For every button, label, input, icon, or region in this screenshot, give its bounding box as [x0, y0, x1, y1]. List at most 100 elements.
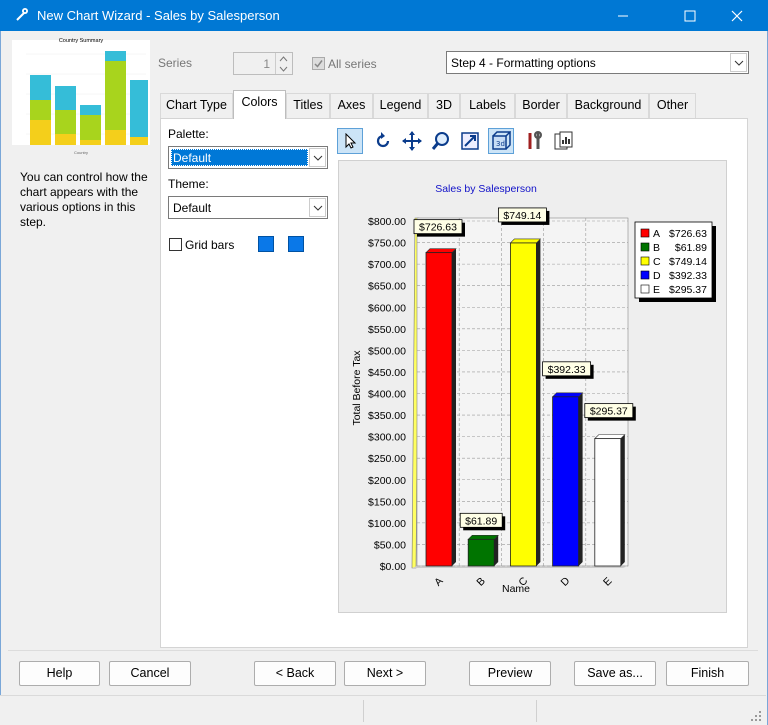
- svg-text:3d: 3d: [496, 140, 505, 148]
- y-tick-label: $550.00: [368, 324, 406, 336]
- palette-label: Palette:: [168, 127, 209, 141]
- legend-value: $61.89: [675, 242, 707, 254]
- chevron-down-icon: [313, 155, 322, 161]
- palette-select-arrow[interactable]: [309, 148, 326, 167]
- tab-border[interactable]: Border: [515, 93, 567, 118]
- y-tick-label: $50.00: [374, 539, 406, 551]
- y-tick-label: $600.00: [368, 302, 406, 314]
- all-series-checkbox[interactable]: [312, 57, 325, 70]
- legend-key: D: [653, 270, 661, 282]
- theme-select-arrow[interactable]: [309, 198, 326, 217]
- 3d-icon: 3d: [492, 131, 511, 150]
- value-label: $295.37: [590, 406, 628, 418]
- fit-tool-button[interactable]: [457, 128, 483, 154]
- tab-other[interactable]: Other: [649, 93, 696, 118]
- value-label: $392.33: [548, 364, 586, 376]
- bar: [467, 538, 495, 567]
- series-spinner[interactable]: 1: [233, 52, 293, 75]
- legend-swatch: [640, 228, 650, 238]
- bar-side: [494, 535, 499, 566]
- tools-icon: [528, 131, 542, 149]
- thumbnail-xlabel: Country: [73, 150, 88, 155]
- theme-select-value: Default: [173, 201, 212, 215]
- y-tick-label: $400.00: [368, 389, 406, 401]
- bar-side: [620, 434, 625, 566]
- grid-bars-checkbox[interactable]: [169, 238, 182, 251]
- window-title: New Chart Wizard - Sales by Salesperson: [37, 8, 280, 23]
- y-tick-label: $300.00: [368, 432, 406, 444]
- bar-top: [594, 434, 626, 439]
- step-description: You can control how the chart appears wi…: [20, 170, 148, 229]
- legend-key: B: [653, 242, 660, 254]
- spinner-up-icon[interactable]: [276, 54, 291, 64]
- tab-titles[interactable]: Titles: [286, 93, 330, 118]
- y-tick-label: $350.00: [368, 410, 406, 422]
- next-button[interactable]: Next >: [344, 661, 426, 686]
- y-tick-label: $500.00: [368, 345, 406, 357]
- legend-swatch: [640, 270, 650, 280]
- y-tick-label: $150.00: [368, 496, 406, 508]
- minimize-button[interactable]: [600, 0, 646, 31]
- tab-3d[interactable]: 3D: [428, 93, 460, 118]
- y-tick-label: $800.00: [368, 216, 406, 228]
- pointer-icon: [345, 133, 357, 149]
- bar: [594, 438, 622, 567]
- chart-y-axis-label: Total Before Tax: [351, 350, 363, 426]
- spinner-down-icon[interactable]: [276, 64, 291, 74]
- tab-axes[interactable]: Axes: [330, 93, 373, 118]
- status-bar: [0, 695, 766, 725]
- finish-button[interactable]: Finish: [666, 661, 749, 686]
- chevron-down-icon: [313, 205, 322, 211]
- step-select[interactable]: Step 4 - Formatting options: [446, 51, 749, 74]
- bar-top: [467, 535, 499, 540]
- close-button[interactable]: [714, 0, 760, 31]
- step-select-arrow[interactable]: [730, 53, 747, 72]
- legend-value: $726.63: [669, 228, 707, 240]
- bar: [509, 242, 537, 567]
- tab-legend[interactable]: Legend: [373, 93, 428, 118]
- chart-preview[interactable]: Sales by Salesperson Total Before Tax Na…: [338, 160, 727, 613]
- tab-labels[interactable]: Labels: [460, 93, 515, 118]
- grid-bar-color-1-swatch[interactable]: [258, 236, 274, 252]
- pointer-tool-button[interactable]: [337, 128, 363, 154]
- move-icon: [402, 131, 422, 151]
- y-tick-label: $700.00: [368, 259, 406, 271]
- y-tick-label: $450.00: [368, 367, 406, 379]
- theme-select[interactable]: Default: [168, 196, 328, 219]
- value-label: $61.89: [465, 515, 497, 527]
- theme-label: Theme:: [168, 177, 209, 191]
- tab-background[interactable]: Background: [567, 93, 649, 118]
- bar-top: [425, 248, 457, 253]
- y-tick-label: $250.00: [368, 453, 406, 465]
- y-tick-label: $100.00: [368, 518, 406, 530]
- tab-colors[interactable]: Colors: [233, 90, 286, 119]
- cancel-button[interactable]: Cancel: [109, 661, 191, 686]
- tools-button[interactable]: [522, 128, 548, 154]
- bar-chart: Sales by Salesperson Total Before Tax Na…: [351, 183, 716, 595]
- tab-chart-type[interactable]: Chart Type: [160, 93, 233, 118]
- maximize-icon: [684, 10, 696, 21]
- grid-bars-label: Grid bars: [185, 238, 235, 252]
- rotate-tool-button[interactable]: [370, 128, 396, 154]
- legend-value: $295.37: [669, 284, 707, 296]
- help-button[interactable]: Help: [19, 661, 100, 686]
- step-select-value: Step 4 - Formatting options: [451, 56, 596, 70]
- 3d-tool-button[interactable]: 3d: [488, 128, 514, 154]
- save-as-button[interactable]: Save as...: [574, 661, 656, 686]
- bar-side: [578, 392, 583, 566]
- maximize-button[interactable]: [667, 0, 713, 31]
- resize-grip-icon[interactable]: [750, 710, 762, 722]
- palette-select[interactable]: Default: [168, 146, 328, 169]
- all-series-label: All series: [328, 57, 377, 71]
- zoom-tool-button[interactable]: [428, 128, 454, 154]
- move-tool-button[interactable]: [399, 128, 425, 154]
- copy-chart-button[interactable]: [551, 128, 577, 154]
- spinner-arrows[interactable]: [275, 53, 292, 74]
- y-tick-label: $200.00: [368, 475, 406, 487]
- preview-button[interactable]: Preview: [469, 661, 551, 686]
- legend-value: $392.33: [669, 270, 707, 282]
- minimize-icon: [618, 15, 628, 16]
- back-button[interactable]: < Back: [254, 661, 336, 686]
- grid-bar-color-2-swatch[interactable]: [288, 236, 304, 252]
- legend-swatch: [640, 256, 650, 266]
